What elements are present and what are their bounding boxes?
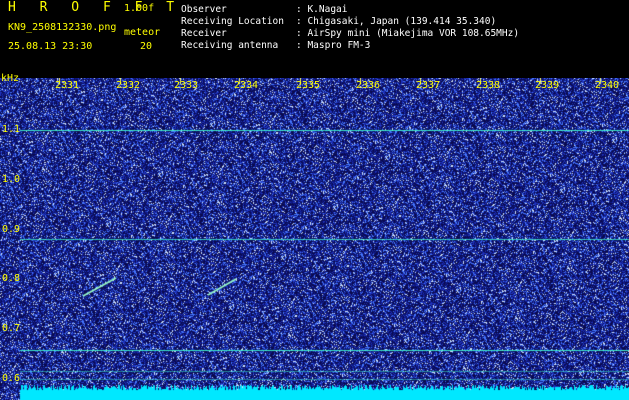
- observer-label: Observer: [181, 4, 227, 15]
- x-tick-2337: 2337: [416, 80, 441, 91]
- antenna-value: : Maspro FM-3: [296, 40, 371, 51]
- x-tick-2335: 2335: [296, 80, 321, 91]
- y-tick-0-7: 0.7: [2, 323, 21, 334]
- x-tick-2332: 2332: [116, 80, 141, 91]
- location-value: : Chigasaki, Japan (139.414 35.340): [296, 16, 497, 27]
- y-unit-label: kHz: [1, 73, 20, 84]
- spectrogram-canvas: [0, 78, 629, 400]
- meteor-label: meteor: [124, 27, 161, 38]
- x-tick-2331: 2331: [55, 80, 80, 91]
- header-panel: H R O F F T 1.00f KN9_2508132330.png met…: [0, 0, 629, 78]
- y-tick-0-6: 0.6: [2, 373, 21, 384]
- version-label: 1.00f: [124, 3, 155, 14]
- x-tick-2336: 2336: [356, 80, 381, 91]
- meteor-count: 20: [140, 41, 153, 52]
- location-label: Receiving Location: [181, 16, 284, 27]
- antenna-label: Receiving antenna: [181, 40, 279, 51]
- y-tick-0-9: 0.9: [2, 224, 21, 235]
- y-tick-1-1: 1.1: [2, 124, 21, 135]
- x-tick-2333: 2333: [174, 80, 199, 91]
- x-tick-2338: 2338: [476, 80, 501, 91]
- y-tick-0-8: 0.8: [2, 273, 21, 284]
- observer-value: : K.Nagai: [296, 4, 348, 15]
- x-tick-2339: 2339: [535, 80, 560, 91]
- x-tick-2334: 2334: [234, 80, 259, 91]
- filename-label: KN9_2508132330.png: [8, 22, 117, 33]
- app-name: H R O F F T: [8, 0, 183, 15]
- receiver-label: Receiver: [181, 28, 227, 39]
- datetime-label: 25.08.13 23:30: [8, 41, 93, 52]
- y-tick-1-0: 1.0: [2, 174, 21, 185]
- receiver-value: : AirSpy mini (Miakejima VOR 108.65MHz): [296, 28, 520, 39]
- x-tick-2340: 2340: [595, 80, 620, 91]
